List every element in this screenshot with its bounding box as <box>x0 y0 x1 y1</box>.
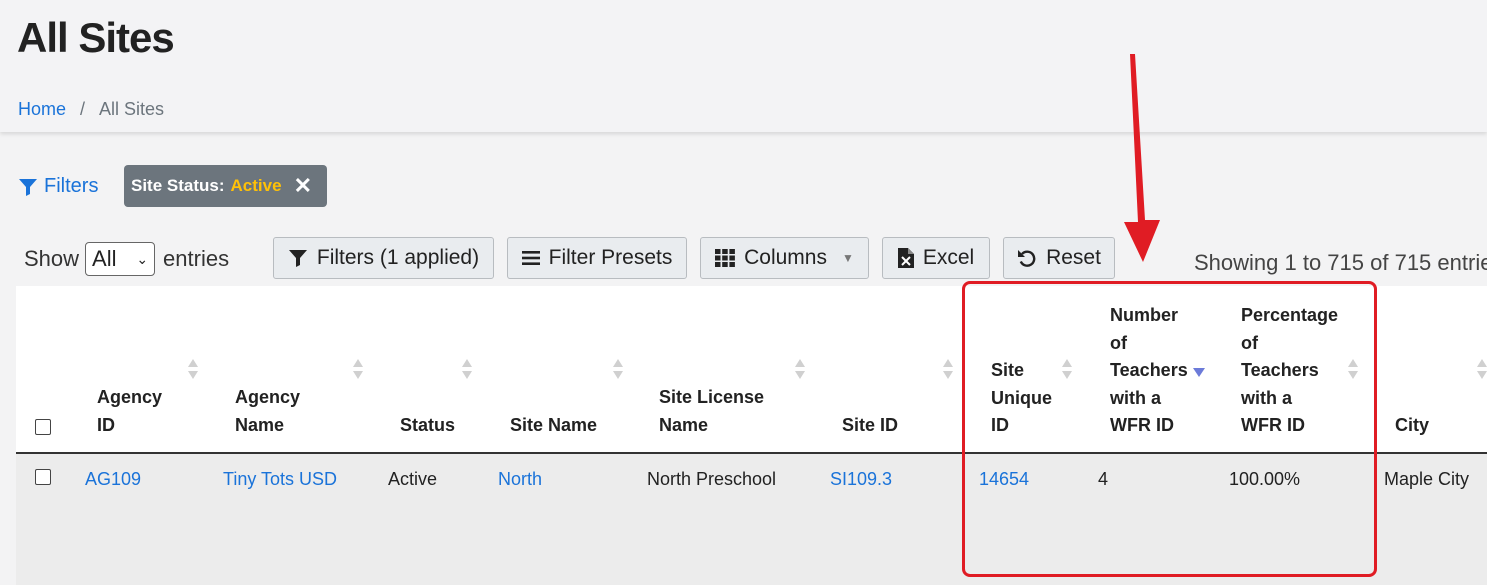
columns-button[interactable]: Columns ▼ <box>700 237 869 279</box>
reset-button[interactable]: Reset <box>1003 237 1115 279</box>
column-header-agency-name[interactable]: Agency Name <box>235 384 300 439</box>
grid-icon <box>715 249 736 267</box>
chevron-down-icon: ⌄ <box>136 250 149 267</box>
sort-both-icon[interactable] <box>352 358 364 380</box>
filter-presets-button[interactable]: Filter Presets <box>507 237 687 279</box>
cell-site-license-name: North Preschool <box>647 469 777 489</box>
excel-export-button[interactable]: Excel <box>882 237 990 279</box>
cell-agency-name-link[interactable]: Tiny Tots USD <box>223 469 337 490</box>
column-header-site-id[interactable]: Site ID <box>842 412 898 440</box>
page-length-control: Show All ⌄ entries <box>24 242 229 276</box>
cell-city: Maple City <box>1384 469 1470 489</box>
filter-icon <box>288 250 307 267</box>
sort-both-icon[interactable] <box>612 358 624 380</box>
show-suffix: entries <box>163 246 230 271</box>
filter-presets-label: Filter Presets <box>548 246 673 269</box>
sort-both-icon[interactable] <box>942 358 954 380</box>
chip-value: Active <box>230 176 282 195</box>
excel-label: Excel <box>922 246 975 269</box>
chip-remove-icon[interactable]: ✕ <box>294 175 312 197</box>
breadcrumb: Home / All Sites <box>18 99 164 120</box>
sort-both-icon[interactable] <box>187 358 199 380</box>
page-title: All Sites <box>17 14 175 61</box>
breadcrumb-home-link[interactable]: Home <box>18 99 66 119</box>
filters-link-label: Filters <box>44 175 99 197</box>
reset-label: Reset <box>1046 246 1101 269</box>
breadcrumb-current: All Sites <box>99 99 165 119</box>
columns-label: Columns <box>744 246 827 269</box>
cell-site-name-link[interactable]: North <box>498 469 542 490</box>
annotation-arrow-icon <box>1124 54 1160 262</box>
excel-file-icon <box>897 248 914 268</box>
table-info: Showing 1 to 715 of 715 entries <box>1194 250 1487 275</box>
page-length-value: All <box>92 246 117 271</box>
sort-both-icon[interactable] <box>1476 358 1487 380</box>
filters-button[interactable]: Filters (1 applied) <box>273 237 494 279</box>
cell-agency-id-link[interactable]: AG109 <box>85 469 141 490</box>
sort-both-icon[interactable] <box>461 358 473 380</box>
filter-icon <box>19 178 37 196</box>
filters-button-label: Filters (1 applied) <box>316 246 480 269</box>
caret-down-icon: ▼ <box>841 251 854 265</box>
active-filter-chip: Site Status: Active ✕ <box>124 165 327 207</box>
chip-label: Site Status: <box>131 176 225 195</box>
column-header-city[interactable]: City <box>1395 412 1429 440</box>
sort-both-icon[interactable] <box>794 358 806 380</box>
column-header-status[interactable]: Status <box>400 412 455 440</box>
show-prefix: Show <box>24 246 80 271</box>
column-header-agency-id[interactable]: Agency ID <box>97 384 162 439</box>
list-icon <box>521 251 540 265</box>
annotation-highlight-box <box>962 281 1377 577</box>
cell-status: Active <box>388 469 438 489</box>
undo-icon <box>1018 250 1036 267</box>
filters-toggle-link[interactable]: Filters <box>18 175 98 198</box>
breadcrumb-separator: / <box>80 99 86 119</box>
column-header-site-license-name[interactable]: Site License Name <box>659 384 764 439</box>
column-header-site-name[interactable]: Site Name <box>510 412 597 440</box>
select-all-checkbox[interactable] <box>35 419 51 435</box>
cell-site-id-link[interactable]: SI109.3 <box>830 469 892 490</box>
page-length-select[interactable]: All ⌄ <box>85 242 156 276</box>
page-header: All Sites Home / All Sites <box>0 0 1487 132</box>
row-checkbox[interactable] <box>35 469 51 485</box>
